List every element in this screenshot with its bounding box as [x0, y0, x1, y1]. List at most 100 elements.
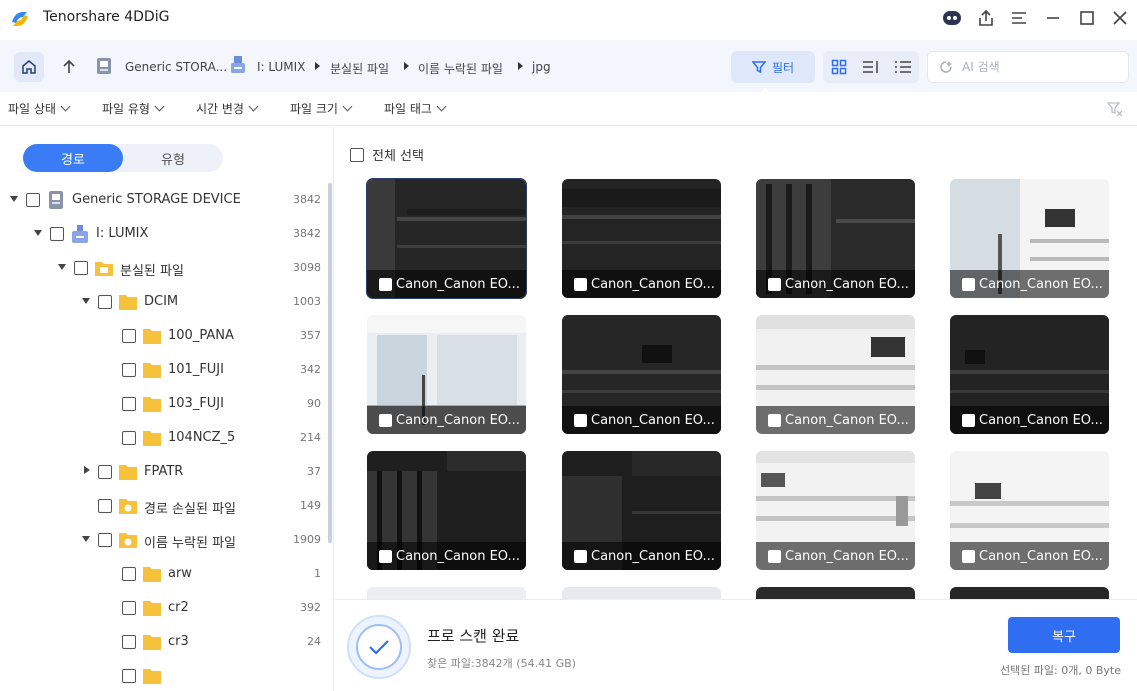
minimize-icon[interactable]: [1041, 6, 1065, 30]
photo-thumbnail[interactable]: Canon_Canon EO...: [950, 315, 1109, 434]
photo-thumbnail[interactable]: Canon_Canon EO...: [756, 451, 915, 570]
tree-checkbox[interactable]: [98, 465, 112, 479]
photo-thumbnail[interactable]: Canon_Canon EO...: [756, 315, 915, 434]
thumbnail-checkbox[interactable]: [962, 549, 975, 563]
tree-item-103-fuji[interactable]: 103_FUJI 90: [0, 387, 328, 421]
expand-arrow-icon[interactable]: [58, 264, 66, 270]
tree-checkbox[interactable]: [122, 397, 136, 411]
search-input[interactable]: [962, 58, 1122, 76]
thumbnail-checkbox[interactable]: [574, 277, 587, 291]
breadcrumb-item[interactable]: Generic STORA...: [125, 60, 227, 74]
tree-item-dcim[interactable]: DCIM 1003: [0, 285, 328, 319]
thumbnail-checkbox[interactable]: [574, 413, 587, 427]
tree-item-partial[interactable]: [0, 659, 328, 691]
filter-file-tag[interactable]: 파일 태그: [384, 100, 447, 117]
sidebar-scrollbar[interactable]: [328, 183, 332, 543]
checkbox[interactable]: [350, 147, 364, 162]
expand-arrow-icon[interactable]: [82, 536, 90, 542]
tree-checkbox[interactable]: [50, 227, 64, 241]
filter-time-modified[interactable]: 시간 변경: [196, 100, 259, 117]
tree-item-lumix[interactable]: I: LUMIX 3842: [0, 217, 328, 251]
expand-arrow-icon[interactable]: [10, 196, 18, 202]
photo-thumbnail[interactable]: Canon_Canon EO...: [562, 451, 721, 570]
tree-item-cr3[interactable]: cr3 24: [0, 625, 328, 659]
up-button[interactable]: [54, 52, 84, 82]
tree-item-unnamed-files[interactable]: 이름 누락된 파일 1909: [0, 523, 328, 557]
arrow-up-icon: [63, 59, 75, 73]
photo-thumbnail[interactable]: Canon_Canon EO...: [562, 315, 721, 434]
tree-item-arw[interactable]: arw 1: [0, 557, 328, 591]
tree-item-generic-storage[interactable]: Generic STORAGE DEVICE 3842: [0, 183, 328, 217]
thumbnail-checkbox[interactable]: [379, 277, 392, 291]
file-name: Canon_Canon EO...: [785, 412, 909, 428]
tree-item-cr2[interactable]: cr2 392: [0, 591, 328, 625]
tree-checkbox[interactable]: [98, 533, 112, 547]
tree-checkbox[interactable]: [122, 601, 136, 615]
tree-checkbox[interactable]: [122, 329, 136, 343]
photo-thumbnail[interactable]: Canon_Canon EO...: [562, 179, 721, 298]
tree-checkbox[interactable]: [26, 193, 40, 207]
thumbnail-checkbox[interactable]: [962, 413, 975, 427]
photo-thumbnail[interactable]: Canon_Canon EO...: [950, 451, 1109, 570]
tree-checkbox[interactable]: [98, 295, 112, 309]
breadcrumb-item[interactable]: 분실된 파일: [330, 60, 389, 77]
menu-icon[interactable]: [1007, 6, 1031, 30]
home-button[interactable]: [14, 52, 44, 82]
photo-thumbnail[interactable]: Canon_Canon EO...: [756, 179, 915, 298]
tree-item-label: 101_FUJI: [168, 362, 224, 377]
thumbnail-checkbox[interactable]: [379, 549, 392, 563]
tab-path[interactable]: 경로: [23, 144, 123, 172]
tree-checkbox[interactable]: [122, 363, 136, 377]
filter-file-type[interactable]: 파일 유형: [102, 100, 165, 117]
tree-item-104ncz-5[interactable]: 104NCZ_5 214: [0, 421, 328, 455]
grid-view-button[interactable]: [827, 55, 851, 79]
photo-thumbnail[interactable]: Canon_Canon EO...: [367, 451, 526, 570]
photo-thumbnail[interactable]: [950, 587, 1109, 599]
tree-checkbox[interactable]: [122, 431, 136, 445]
select-all-checkbox[interactable]: 전체 선택: [350, 145, 424, 164]
photo-thumbnail[interactable]: Canon_Canon EO...: [950, 179, 1109, 298]
thumbnail-checkbox[interactable]: [768, 277, 781, 291]
photo-thumbnail[interactable]: [756, 587, 915, 599]
share-icon[interactable]: [974, 6, 998, 30]
tab-type[interactable]: 유형: [123, 144, 223, 172]
tree-item-101-fuji[interactable]: 101_FUJI 342: [0, 353, 328, 387]
file-name: Canon_Canon EO...: [979, 276, 1103, 292]
filter-file-status[interactable]: 파일 상태: [8, 100, 71, 117]
maximize-icon[interactable]: [1075, 6, 1099, 30]
detail-view-button[interactable]: [891, 55, 915, 79]
filter-button[interactable]: 필터: [731, 51, 815, 83]
breadcrumb-item[interactable]: jpg: [532, 60, 551, 74]
recover-button[interactable]: 복구: [1008, 617, 1120, 653]
filter-file-size[interactable]: 파일 크기: [290, 100, 353, 117]
clear-filter-icon[interactable]: [1107, 101, 1123, 117]
photo-thumbnail[interactable]: [367, 587, 526, 599]
expand-arrow-icon[interactable]: [82, 298, 90, 304]
thumbnail-checkbox[interactable]: [962, 277, 975, 291]
thumbnail-checkbox[interactable]: [379, 413, 392, 427]
assistant-robot-icon[interactable]: [940, 6, 964, 30]
tree-checkbox[interactable]: [122, 567, 136, 581]
tree-item-count: 342: [300, 363, 321, 376]
breadcrumb-item[interactable]: 이름 누락된 파일: [418, 60, 503, 77]
photo-thumbnail[interactable]: Canon_Canon EO...: [367, 315, 526, 434]
list-view-button[interactable]: [859, 55, 883, 79]
thumbnail-checkbox[interactable]: [768, 413, 781, 427]
tree-checkbox[interactable]: [122, 635, 136, 649]
thumbnail-checkbox[interactable]: [768, 549, 781, 563]
expand-arrow-icon[interactable]: [84, 466, 90, 474]
breadcrumb-item[interactable]: I: LUMIX: [257, 60, 305, 74]
tree-item-100-pana[interactable]: 100_PANA 357: [0, 319, 328, 353]
tree-item-lost-files[interactable]: 분실된 파일 3098: [0, 251, 328, 285]
tree-item-path-lost-files[interactable]: 경로 손실된 파일 149: [0, 489, 328, 523]
tree-checkbox[interactable]: [98, 499, 112, 513]
photo-thumbnail[interactable]: [562, 587, 721, 599]
filter-label: 시간 변경: [196, 102, 244, 116]
photo-thumbnail[interactable]: Canon_Canon EO...: [366, 178, 527, 299]
expand-arrow-icon[interactable]: [34, 230, 42, 236]
tree-item-fpatr[interactable]: FPATR 37: [0, 455, 328, 489]
thumbnail-checkbox[interactable]: [574, 549, 587, 563]
close-icon[interactable]: [1108, 6, 1132, 30]
tree-checkbox[interactable]: [74, 261, 88, 275]
tree-checkbox[interactable]: [122, 669, 136, 683]
